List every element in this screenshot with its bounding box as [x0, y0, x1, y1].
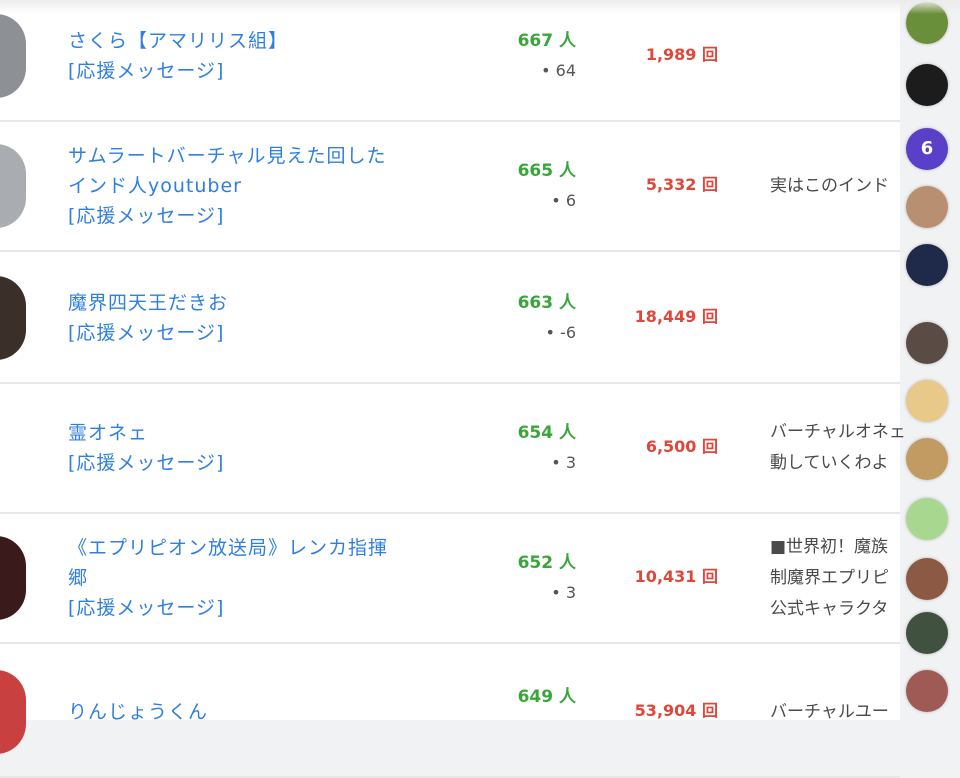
- channel-name-link[interactable]: 《エプリピオン放送局》レンカ指揮: [68, 533, 398, 563]
- subscriber-change: • 3: [551, 583, 576, 602]
- avatar-icon[interactable]: [906, 498, 948, 540]
- subscriber-change: • -6: [545, 323, 576, 342]
- subscriber-count: 665 人: [517, 161, 576, 181]
- support-message-link[interactable]: [応援メッセージ]: [68, 593, 398, 623]
- subscriber-count: 667 人: [517, 31, 576, 51]
- ranking-row: 霊オネェ [応援メッセージ] 654 人 • 3 6,500 回バーチャルオネェ 動してい…: [0, 384, 906, 514]
- ranking-row: 魔界四天王だきお [応援メッセージ] 663 人 • -6 18,449 回: [0, 254, 900, 384]
- avatar-icon[interactable]: [906, 380, 948, 422]
- avatar-icon[interactable]: [906, 670, 948, 712]
- avatar-letter: 6: [920, 138, 934, 159]
- subscriber-count: 663 人: [517, 293, 576, 313]
- ranking-row: りんじょうくん 649 人 53,904 回バーチャルユー: [0, 648, 900, 778]
- follower-avatar-column: 6: [896, 0, 960, 720]
- channel-name-link[interactable]: 郷: [68, 563, 398, 593]
- avatar-icon[interactable]: [906, 322, 948, 364]
- channel-thumbnail[interactable]: [0, 140, 28, 232]
- channel-name-link[interactable]: りんじょうくん: [68, 697, 398, 727]
- channel-name-block: 《エプリピオン放送局》レンカ指揮郷 [応援メッセージ]: [68, 533, 398, 623]
- thumbnail-image: [0, 144, 26, 228]
- ranking-table: さくら【アマリリス組】 [応援メッセージ] 667 人 • 64 1,989 回サムラー…: [0, 0, 906, 778]
- subscriber-change: • 3: [551, 453, 576, 472]
- channel-name-block: さくら【アマリリス組】 [応援メッセージ]: [68, 26, 398, 86]
- channel-thumbnail[interactable]: [0, 666, 28, 758]
- avatar-icon[interactable]: [906, 558, 948, 600]
- view-count: 53,904 回: [634, 701, 718, 720]
- channel-name-link[interactable]: 霊オネェ: [68, 418, 398, 448]
- channel-thumbnail[interactable]: [0, 10, 28, 102]
- channel-name-block: サムラートバーチャル見えた回した インド人youtuber [応援メッセージ]: [68, 141, 398, 231]
- thumbnail-image: [0, 670, 26, 754]
- avatar-icon[interactable]: [906, 612, 948, 654]
- subscriber-count: 652 人: [517, 553, 576, 573]
- support-message-link[interactable]: [応援メッセージ]: [68, 318, 398, 348]
- thumbnail-image: [0, 536, 26, 620]
- subscriber-change: • 6: [551, 191, 576, 210]
- thumbnail-image: [0, 276, 26, 360]
- view-count: 18,449 回: [634, 307, 718, 326]
- view-count: 6,500 回: [645, 437, 718, 456]
- avatar-icon[interactable]: [906, 244, 948, 286]
- subscriber-count: 649 人: [517, 687, 576, 707]
- view-count: 5,332 回: [645, 175, 718, 194]
- thumbnail-image: [0, 406, 26, 490]
- subscriber-count: 654 人: [517, 423, 576, 443]
- subscriber-change: • 64: [541, 61, 576, 80]
- channel-name-block: 魔界四天王だきお [応援メッセージ]: [68, 288, 398, 348]
- top-fade: [0, 0, 960, 14]
- channel-thumbnail[interactable]: [0, 272, 28, 364]
- channel-thumbnail[interactable]: [0, 402, 28, 494]
- avatar-icon[interactable]: 6: [906, 128, 948, 170]
- view-count: 10,431 回: [634, 567, 718, 586]
- channel-name-link[interactable]: さくら【アマリリス組】: [68, 26, 398, 56]
- ranking-row: さくら【アマリリス組】 [応援メッセージ] 667 人 • 64 1,989 回: [0, 0, 900, 122]
- channel-name-link[interactable]: サムラートバーチャル見えた回した: [68, 141, 398, 171]
- avatar-icon[interactable]: [906, 438, 948, 480]
- thumbnail-image: [0, 14, 26, 98]
- ranking-row: 《エプリピオン放送局》レンカ指揮郷 [応援メッセージ] 652 人 • 3 10,431…: [0, 514, 900, 644]
- view-count: 1,989 回: [645, 45, 718, 64]
- avatar-icon[interactable]: [906, 64, 948, 106]
- channel-name-link[interactable]: 魔界四天王だきお: [68, 288, 398, 318]
- support-message-link[interactable]: [応援メッセージ]: [68, 201, 398, 231]
- support-message-link[interactable]: [応援メッセージ]: [68, 448, 398, 478]
- avatar-icon[interactable]: [906, 186, 948, 228]
- channel-name-block: りんじょうくん: [68, 697, 398, 727]
- channel-name-link[interactable]: インド人youtuber: [68, 171, 398, 201]
- channel-thumbnail[interactable]: [0, 532, 28, 624]
- support-message-link[interactable]: [応援メッセージ]: [68, 56, 398, 86]
- ranking-row: サムラートバーチャル見えた回した インド人youtuber [応援メッセージ] 665…: [0, 122, 900, 252]
- channel-name-block: 霊オネェ [応援メッセージ]: [68, 418, 398, 478]
